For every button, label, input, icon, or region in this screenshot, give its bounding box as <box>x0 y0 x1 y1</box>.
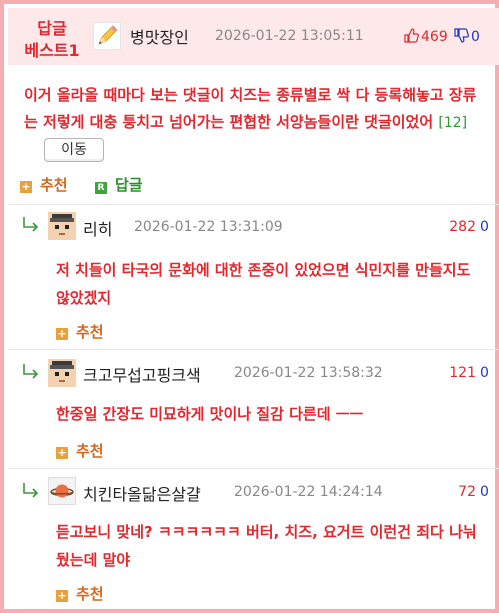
reply-recommend-label: 추천 <box>76 585 104 603</box>
reply-upvote-count[interactable]: 72 <box>424 484 476 500</box>
best-upvote-count: 469 <box>421 29 448 45</box>
thumbs-up-icon <box>404 28 419 43</box>
plus-icon: + <box>56 589 68 602</box>
plus-icon: + <box>20 180 32 193</box>
reply-recommend-button[interactable]: + 추천 <box>56 583 104 604</box>
reply-upvote-count[interactable]: 282 <box>424 219 476 235</box>
reply-arrow-icon <box>21 215 41 237</box>
reply-timestamp: 2026-01-22 14:24:14 <box>234 484 383 500</box>
reply-downvote-count[interactable]: 0 <box>480 484 489 500</box>
pixel-face-avatar-icon[interactable] <box>48 359 76 387</box>
reply-r-icon: R <box>95 182 107 194</box>
divider <box>8 468 499 469</box>
pencil-avatar-icon[interactable] <box>93 22 121 50</box>
best-badge-line2: 베스트1 <box>24 41 80 60</box>
best-downvote-count: 0 <box>471 29 480 45</box>
best-recommend-label: 추천 <box>40 176 68 194</box>
thumbs-down-icon <box>454 28 469 43</box>
divider <box>8 349 499 350</box>
reply-count: [12] <box>438 115 468 131</box>
best-upvote-button[interactable]: 469 <box>404 28 448 45</box>
reply-recommend-label: 추천 <box>76 323 104 341</box>
reply-recommend-label: 추천 <box>76 442 104 460</box>
best-nickname[interactable]: 병맛장인 <box>130 24 189 48</box>
best-timestamp: 2026-01-22 13:05:11 <box>215 28 364 44</box>
best-badge-line1: 답글 <box>37 19 67 38</box>
reply-nickname[interactable]: 크고무섭고핑크색 <box>83 362 201 386</box>
best-recommend-button[interactable]: + 추천 <box>20 174 68 195</box>
reply-recommend-button[interactable]: + 추천 <box>56 440 104 461</box>
divider <box>8 204 499 205</box>
best-comment-text: 이거 올라올 때마다 보는 댓글이 치즈는 종류별로 싹 다 등록해놓고 장류는… <box>24 86 477 131</box>
plus-icon: + <box>56 446 68 459</box>
best-reply-label: 답글 <box>115 176 143 194</box>
best-downvote-button[interactable]: 0 <box>454 28 480 45</box>
reply-timestamp: 2026-01-22 13:31:09 <box>134 219 283 235</box>
planet-avatar-icon[interactable] <box>48 477 76 505</box>
reply-recommend-button[interactable]: + 추천 <box>56 321 104 342</box>
plus-icon: + <box>56 327 68 340</box>
reply-arrow-icon <box>21 481 41 503</box>
reply-text: 저 치들이 타국의 문화에 대한 존중이 있었으면 식민지를 만들지도 않았겠지 <box>56 261 471 307</box>
best-badge: 답글 베스트1 <box>20 18 84 62</box>
best-comment-text-block: 이거 올라올 때마다 보는 댓글이 치즈는 종류별로 싹 다 등록해놓고 장류는… <box>24 82 490 164</box>
reply-upvote-count[interactable]: 121 <box>424 365 476 381</box>
reply-timestamp: 2026-01-22 13:58:32 <box>234 365 383 381</box>
reply-arrow-icon <box>21 362 41 384</box>
best-reply-panel: 답글 베스트1 병맛장인 2026-01-22 13:05:11 469 0 이… <box>0 0 499 613</box>
reply-downvote-count[interactable]: 0 <box>480 365 489 381</box>
reply-text: 듣고보니 맞네? ㅋㅋㅋㅋㅋㅋ 버터, 치즈, 요거트 이런건 죄다 나눠뒀는데… <box>56 523 477 569</box>
pixel-face-avatar-icon[interactable] <box>48 212 76 240</box>
move-button[interactable]: 이동 <box>44 138 104 162</box>
reply-text: 한중일 간장도 미묘하게 맛이나 질감 다른데 ㅡㅡ <box>56 405 364 423</box>
best-reply-button[interactable]: R 답글 <box>95 174 143 195</box>
reply-nickname[interactable]: 리히 <box>83 216 112 240</box>
reply-downvote-count[interactable]: 0 <box>480 219 489 235</box>
reply-nickname[interactable]: 치킨타올닮은살걀 <box>83 481 201 505</box>
